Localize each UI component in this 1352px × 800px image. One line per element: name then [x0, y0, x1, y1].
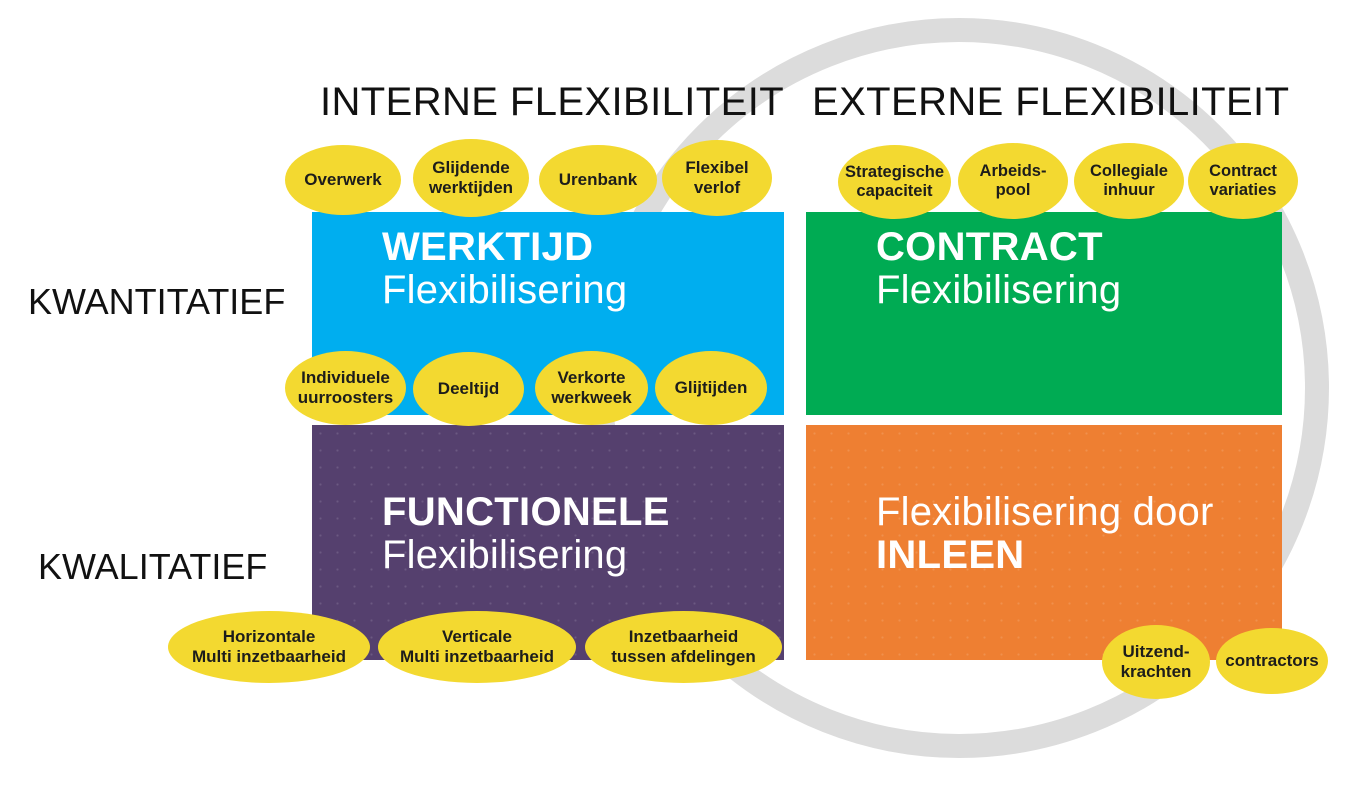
bubble-verkorte-werkweek[interactable]: Verkorte werkweek	[535, 351, 648, 425]
bubble-label: Glijdende werktijden	[428, 157, 514, 197]
bubble-contract-variaties[interactable]: Contract variaties	[1188, 143, 1298, 219]
bubble-glijdende-werktijden[interactable]: Glijdende werktijden	[413, 139, 529, 217]
column-header-internal: INTERNE FLEXIBILITEIT	[320, 80, 785, 124]
bubble-label: Contract variaties	[1209, 161, 1277, 199]
quadrant-inleen-title: INLEEN	[876, 533, 1025, 578]
bubble-label: Glijtijden	[674, 377, 748, 397]
bubble-label: Verticale Multi inzetbaarheid	[400, 626, 554, 666]
bubble-arbeidspool[interactable]: Arbeids- pool	[958, 143, 1068, 219]
quadrant-werktijd-text: WERKTIJD Flexibilisering	[382, 225, 628, 313]
bubble-collegiale-inhuur[interactable]: Collegiale inhuur	[1074, 143, 1184, 219]
bubble-flexibel-verlof[interactable]: Flexibel verlof	[662, 140, 772, 216]
bubble-contractors[interactable]: contractors	[1216, 628, 1328, 694]
bubble-inzetbaarheid-tussen-afdelingen[interactable]: Inzetbaarheid tussen afdelingen	[585, 611, 782, 683]
bubble-label: Individuele uurroosters	[297, 367, 394, 407]
row-label-qualitative: KWALITATIEF	[38, 546, 268, 587]
quadrant-functionele-title: FUNCTIONELE	[382, 490, 670, 534]
quadrant-inleen-subtitle: Flexibilisering door	[876, 490, 1214, 534]
quadrant-inleen-text: Flexibilisering door INLEEN	[876, 490, 1214, 578]
column-header-external: EXTERNE FLEXIBILITEIT	[812, 80, 1290, 124]
bubble-uitzendkrachten[interactable]: Uitzend- krachten	[1102, 625, 1210, 699]
bubble-label: Verkorte werkweek	[551, 367, 632, 407]
bubble-label: Collegiale inhuur	[1090, 161, 1168, 199]
bubble-label: Strategische capaciteit	[844, 162, 945, 200]
bubble-horizontale-multi-inzetbaarheid[interactable]: Horizontale Multi inzetbaarheid	[168, 611, 370, 683]
bubble-label: Inzetbaarheid tussen afdelingen	[611, 626, 756, 666]
bubble-label: Arbeids- pool	[979, 161, 1047, 199]
quadrant-contract-text: CONTRACT Flexibilisering	[876, 225, 1122, 313]
quadrant-functionele-subtitle: Flexibilisering	[382, 533, 628, 578]
quadrant-contract-title: CONTRACT	[876, 225, 1103, 269]
bubble-verticale-multi-inzetbaarheid[interactable]: Verticale Multi inzetbaarheid	[378, 611, 576, 683]
bubble-label: Uitzend- krachten	[1120, 641, 1192, 681]
bubble-label: Overwerk	[304, 169, 382, 189]
flexibility-matrix-diagram: INTERNE FLEXIBILITEIT EXTERNE FLEXIBILIT…	[0, 0, 1352, 800]
bubble-glijtijden[interactable]: Glijtijden	[655, 351, 767, 425]
bubble-label: Horizontale Multi inzetbaarheid	[192, 626, 346, 666]
bubble-label: Deeltijd	[437, 378, 500, 398]
quadrant-werktijd-subtitle: Flexibilisering	[382, 268, 628, 313]
bubble-strategische-capaciteit[interactable]: Strategische capaciteit	[838, 145, 951, 219]
quadrant-contract-subtitle: Flexibilisering	[876, 268, 1122, 313]
bubble-label: Urenbank	[558, 169, 638, 189]
bubble-individuele-uurroosters[interactable]: Individuele uurroosters	[285, 351, 406, 425]
bubble-label: contractors	[1225, 650, 1319, 670]
bubble-label: Flexibel verlof	[685, 157, 749, 197]
row-label-quantitative: KWANTITATIEF	[28, 281, 286, 322]
bubble-overwerk[interactable]: Overwerk	[285, 145, 401, 215]
bubble-urenbank[interactable]: Urenbank	[539, 145, 657, 215]
bubble-deeltijd[interactable]: Deeltijd	[413, 352, 524, 426]
quadrant-contract: CONTRACT Flexibilisering	[806, 212, 1282, 415]
quadrant-werktijd-title: WERKTIJD	[382, 225, 594, 269]
quadrant-functionele-text: FUNCTIONELE Flexibilisering	[382, 490, 670, 578]
quadrant-inleen: Flexibilisering door INLEEN	[806, 425, 1282, 660]
